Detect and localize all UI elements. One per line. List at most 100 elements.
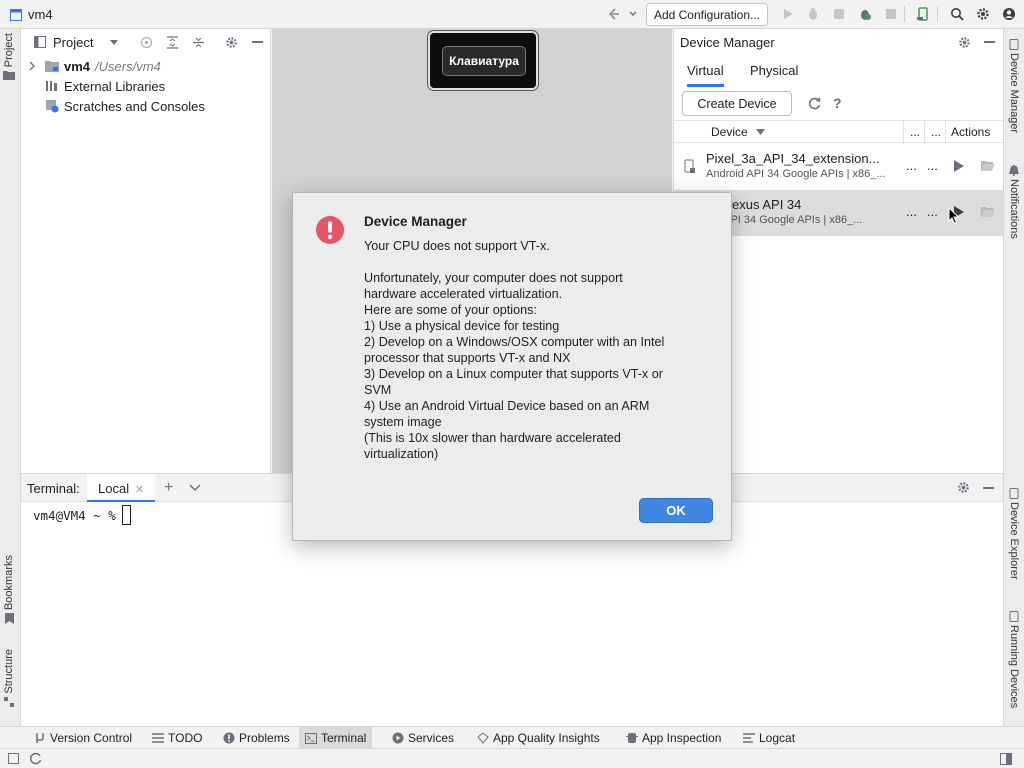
device-explorer-icon — [1009, 488, 1019, 499]
toolwindow-services[interactable]: Services — [386, 727, 460, 749]
device-mirror-icon[interactable] — [912, 3, 934, 25]
device-manager-icon — [1009, 39, 1019, 50]
locate-icon[interactable] — [140, 36, 153, 49]
toolwindow-todo[interactable]: TODO — [146, 727, 208, 749]
device-more-2[interactable]: ... — [927, 158, 938, 173]
terminal-content[interactable]: vm4@VM4 ~ % — [33, 505, 131, 525]
folder-open-icon[interactable] — [981, 206, 995, 217]
tree-item-label: Scratches and Consoles — [64, 98, 205, 114]
gear-icon[interactable] — [972, 3, 994, 25]
gear-icon[interactable] — [957, 481, 970, 494]
toolwindow-logcat[interactable]: Logcat — [737, 727, 801, 749]
terminal-prompt: vm4@VM4 ~ % — [33, 507, 116, 523]
toolwindow-app-quality-insights[interactable]: App Quality Insights — [471, 727, 606, 749]
expand-all-icon[interactable] — [166, 36, 179, 49]
tree-item-external-libraries[interactable]: External Libraries — [45, 76, 165, 96]
mouse-cursor-icon — [948, 207, 960, 225]
bell-icon — [1009, 165, 1019, 176]
stop-icon[interactable] — [880, 3, 902, 25]
column-actions: Actions — [951, 125, 991, 139]
tree-item-vm4[interactable]: vm4 /Users/vm4 — [27, 56, 161, 76]
column-more-1[interactable]: ... — [910, 125, 920, 139]
hide-icon[interactable] — [252, 41, 263, 43]
profile-icon[interactable] — [828, 3, 850, 25]
device-more-1[interactable]: ... — [906, 204, 917, 219]
apply-changes-icon[interactable] — [854, 3, 876, 25]
help-icon[interactable]: ? — [833, 95, 842, 111]
structure-tool-label: Structure — [3, 649, 15, 694]
toolwindow-label: Version Control — [50, 731, 133, 745]
chevron-down-icon[interactable] — [109, 39, 119, 47]
search-icon[interactable] — [946, 3, 968, 25]
close-icon[interactable]: ✕ — [135, 484, 144, 496]
hide-icon[interactable] — [984, 41, 995, 43]
new-tab-icon[interactable]: + — [164, 479, 173, 497]
notifications-tool-label: Notifications — [1008, 179, 1020, 239]
title-bar: vm4 Add Configuration... — [0, 0, 1024, 29]
chevron-down-icon[interactable] — [622, 3, 644, 25]
dialog-title: Device Manager — [364, 214, 467, 229]
version-control-icon — [36, 733, 44, 743]
right-tool-strip: Device Manager Notifications Device Expl… — [1003, 29, 1024, 726]
back-arrow-icon[interactable] — [602, 3, 624, 25]
project-folder-icon — [10, 8, 22, 21]
panel-window-icon — [34, 36, 46, 48]
refresh-icon[interactable] — [807, 96, 822, 111]
chevron-right-icon[interactable] — [27, 61, 37, 71]
device-manager-tool-button[interactable]: Device Manager — [1008, 39, 1020, 133]
terminal-cursor — [121, 505, 131, 525]
project-selector[interactable]: vm4 — [10, 7, 53, 22]
device-name: Pixel_3a_API_34_extension... — [706, 151, 880, 166]
tab-physical[interactable]: Physical — [750, 63, 798, 87]
running-devices-tool-button[interactable]: Running Devices — [1008, 611, 1020, 708]
toolwindow-version-control[interactable]: Version Control — [28, 727, 138, 749]
terminal-icon — [305, 732, 317, 744]
problems-icon — [223, 732, 235, 744]
device-row[interactable]: Pixel_3a_API_34_extension... Android API… — [674, 144, 1004, 190]
add-configuration-button[interactable]: Add Configuration... — [646, 3, 768, 26]
device-manager-title: Device Manager — [680, 35, 775, 50]
gear-icon[interactable] — [958, 36, 971, 49]
play-icon[interactable] — [953, 160, 964, 172]
device-manager-tool-label: Device Manager — [1008, 53, 1020, 134]
bookmarks-tool-button[interactable]: Bookmarks — [3, 555, 15, 625]
toolbar-divider — [937, 6, 938, 22]
create-device-button[interactable]: Create Device — [682, 91, 792, 116]
memory-indicator-icon[interactable] — [1000, 753, 1012, 765]
gear-icon[interactable] — [225, 36, 238, 49]
project-panel: Project vm4 /Users/vm4 External Librarie… — [21, 29, 271, 473]
collapse-all-icon[interactable] — [192, 36, 205, 49]
toolwindow-label: Terminal — [321, 731, 367, 745]
tab-virtual[interactable]: Virtual — [687, 63, 724, 87]
debug-icon[interactable] — [802, 3, 824, 25]
device-more-1[interactable]: ... — [906, 158, 917, 173]
toolwindow-terminal[interactable]: Terminal — [299, 727, 373, 749]
tab-local[interactable]: Local ✕ — [87, 474, 155, 502]
run-icon[interactable] — [777, 3, 799, 25]
device-table-header: Device ... ... Actions — [674, 120, 1004, 144]
toolwindow-app-inspection[interactable]: App Inspection — [620, 727, 727, 749]
folder-icon — [3, 71, 15, 81]
project-tool-button[interactable]: Project — [3, 33, 15, 81]
toolwindow-problems[interactable]: Problems — [217, 727, 296, 749]
module-folder-icon — [45, 61, 59, 72]
panel-toggle-icon[interactable] — [8, 753, 19, 764]
notifications-tool-button[interactable]: Notifications — [1008, 165, 1020, 239]
chevron-down-icon[interactable] — [189, 484, 201, 492]
ok-button[interactable]: OK — [639, 498, 713, 523]
left-tool-strip: Project Bookmarks Structure — [0, 29, 21, 726]
account-icon[interactable] — [998, 3, 1020, 25]
column-device[interactable]: Device — [711, 125, 748, 139]
device-more-2[interactable]: ... — [927, 204, 938, 219]
libraries-icon — [46, 81, 57, 91]
structure-tool-button[interactable]: Structure — [3, 649, 15, 707]
folder-open-icon[interactable] — [981, 160, 995, 171]
tree-item-scratches[interactable]: Scratches and Consoles — [45, 96, 205, 116]
error-dialog: Device Manager Your CPU does not support… — [292, 192, 732, 541]
project-view-selector[interactable]: Project — [53, 35, 93, 50]
toolwindow-label: Services — [408, 731, 455, 745]
hide-icon[interactable] — [983, 487, 994, 489]
device-explorer-tool-button[interactable]: Device Explorer — [1008, 488, 1020, 580]
column-more-2[interactable]: ... — [931, 125, 941, 139]
sort-down-icon[interactable] — [756, 129, 765, 136]
